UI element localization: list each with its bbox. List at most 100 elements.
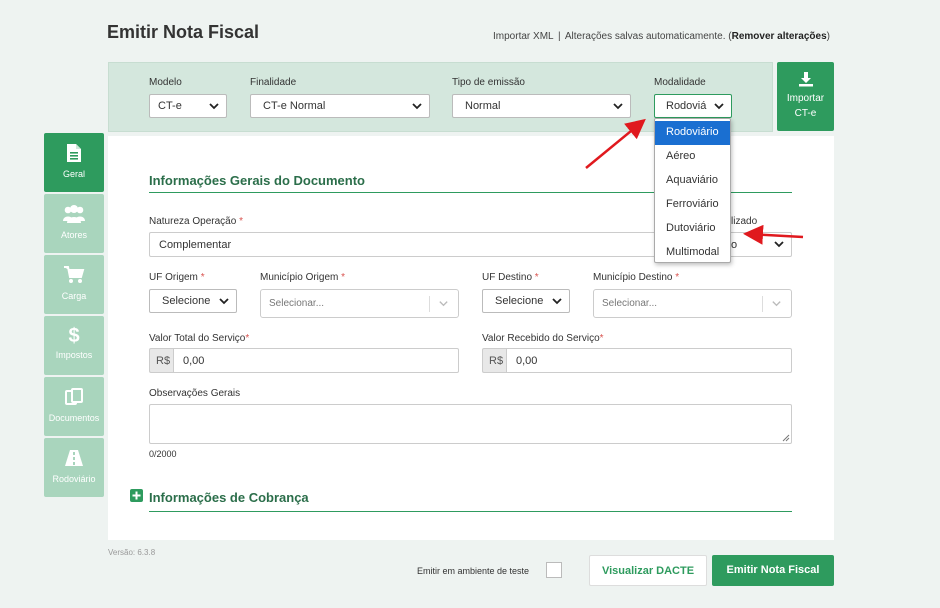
valor-recebido-label-text: Valor Recebido do Serviço <box>482 333 600 344</box>
observacoes-textarea[interactable] <box>149 404 792 444</box>
version-text: Versão: 6.3.8 <box>108 548 156 557</box>
import-xml-link[interactable]: Importar XML <box>493 31 553 42</box>
dropdown-option[interactable]: Dutoviário <box>655 217 730 241</box>
finalidade-label: Finalidade <box>250 77 297 88</box>
natureza-input[interactable]: Complementar <box>149 232 659 257</box>
natureza-label-text: Natureza Operação <box>149 216 237 227</box>
valor-total-label: Valor Total do Serviço* <box>149 333 249 344</box>
partial-field-label: lizado <box>731 216 758 227</box>
municipio-origem-label-text: Município Origem <box>260 272 339 283</box>
municipio-origem-placeholder: Selecionar... <box>269 298 325 309</box>
municipio-destino-label: Município Destino * <box>593 272 679 283</box>
dropdown-option[interactable]: Rodoviário <box>655 121 730 145</box>
chevron-down-icon <box>439 301 448 307</box>
sidebar-item-label: Geral <box>62 169 85 179</box>
modalidade-dropdown-list: Rodoviário Aéreo Aquaviário Ferroviário … <box>654 118 731 263</box>
link-separator: | <box>558 31 561 42</box>
header-links: Importar XML | Alterações salvas automat… <box>493 31 830 42</box>
required-mark: * <box>245 333 250 344</box>
valor-recebido-label: Valor Recebido do Serviço* <box>482 333 604 344</box>
tipo-emissao-value: Normal <box>465 100 501 112</box>
road-icon <box>65 450 83 466</box>
sidebar-item-documentos[interactable]: Documentos <box>44 377 104 436</box>
chevron-down-icon <box>412 103 422 110</box>
chevron-down-icon <box>613 103 623 110</box>
import-line2: CT-e <box>794 108 817 119</box>
valor-total-value: 0,00 <box>183 355 205 367</box>
uf-origem-value: Selecione <box>162 295 211 307</box>
sidebar: Geral Atores Carga $ Impostos Documentos… <box>44 133 104 499</box>
sidebar-item-carga[interactable]: Carga <box>44 255 104 314</box>
emitir-nota-button[interactable]: Emitir Nota Fiscal <box>712 555 834 586</box>
documents-icon <box>65 388 83 405</box>
chevron-down-icon <box>219 298 229 305</box>
finalidade-select[interactable]: CT-e Normal <box>250 94 430 118</box>
uf-destino-label-text: UF Destino <box>482 272 533 283</box>
dollar-icon: $ <box>68 325 80 347</box>
natureza-label: Natureza Operação * <box>149 216 243 227</box>
uf-destino-value: Selecione <box>495 295 544 307</box>
test-env-label: Emitir em ambiente de teste <box>417 566 530 576</box>
modelo-select[interactable]: CT-e <box>149 94 227 118</box>
uf-origem-label-text: UF Origem <box>149 272 198 283</box>
required-mark: * <box>534 272 539 283</box>
sidebar-item-label: Carga <box>61 291 87 301</box>
tipo-emissao-select[interactable]: Normal <box>452 94 631 118</box>
dropdown-option[interactable]: Multimodal <box>655 241 730 265</box>
sidebar-item-label: Impostos <box>55 350 93 360</box>
uf-destino-label: UF Destino * <box>482 272 539 283</box>
users-icon <box>63 205 85 223</box>
chevron-down-icon <box>209 103 219 110</box>
combo-divider <box>429 296 430 312</box>
visualizar-dacte-button[interactable]: Visualizar DACTE <box>589 555 707 586</box>
section-title-geral: Informações Gerais do Documento <box>149 173 365 188</box>
finalidade-value: CT-e Normal <box>263 100 326 112</box>
import-cte-button[interactable]: Importar CT-e <box>777 62 834 131</box>
section-title-cobranca[interactable]: Informações de Cobrança <box>149 490 309 505</box>
download-icon <box>798 72 813 87</box>
uf-destino-select[interactable]: Selecione <box>482 289 570 313</box>
required-mark: * <box>675 272 680 283</box>
close-paren: ) <box>826 31 830 42</box>
valor-recebido-input[interactable]: 0,00 <box>506 348 792 373</box>
sidebar-item-label: Documentos <box>48 413 100 423</box>
sidebar-item-atores[interactable]: Atores <box>44 194 104 253</box>
expand-plus-icon[interactable] <box>130 489 143 502</box>
sidebar-item-impostos[interactable]: $ Impostos <box>44 316 104 375</box>
tipo-emissao-label: Tipo de emissão <box>452 77 525 88</box>
chevron-down-icon <box>772 301 781 307</box>
chevron-down-icon <box>774 241 784 248</box>
required-mark: * <box>341 272 346 283</box>
municipio-destino-placeholder: Selecionar... <box>602 298 658 309</box>
required-mark: * <box>239 216 243 227</box>
uf-origem-select[interactable]: Selecione <box>149 289 237 313</box>
municipio-destino-label-text: Município Destino <box>593 272 673 283</box>
chevron-down-icon <box>552 298 562 305</box>
test-env-checkbox[interactable] <box>546 562 562 578</box>
modelo-value: CT-e <box>158 100 182 112</box>
resize-handle-icon[interactable] <box>782 434 790 442</box>
remove-changes-link[interactable]: Remover alterações <box>732 31 827 42</box>
currency-prefix: R$ <box>482 348 506 373</box>
modelo-label: Modelo <box>149 77 182 88</box>
modalidade-label: Modalidade <box>654 77 706 88</box>
dropdown-option[interactable]: Ferroviário <box>655 193 730 217</box>
modalidade-select[interactable]: Rodoviá <box>654 94 732 118</box>
municipio-destino-combobox[interactable]: Selecionar... <box>593 289 792 318</box>
municipio-origem-combobox[interactable]: Selecionar... <box>260 289 459 318</box>
document-icon <box>67 144 81 162</box>
observacoes-label: Observações Gerais <box>149 388 241 399</box>
natureza-value: Complementar <box>159 239 232 251</box>
page-title: Emitir Nota Fiscal <box>107 22 260 42</box>
sidebar-item-geral[interactable]: Geral <box>44 133 104 192</box>
cart-icon <box>64 266 85 283</box>
section-divider <box>149 511 792 512</box>
dropdown-option[interactable]: Aquaviário <box>655 169 730 193</box>
valor-total-input[interactable]: 0,00 <box>173 348 459 373</box>
dropdown-option[interactable]: Aéreo <box>655 145 730 169</box>
sidebar-item-rodoviario[interactable]: Rodoviário <box>44 438 104 497</box>
char-counter: 0/2000 <box>149 449 177 459</box>
sidebar-item-label: Atores <box>60 230 87 240</box>
sidebar-item-label: Rodoviário <box>52 474 96 484</box>
import-line1: Importar <box>786 93 825 104</box>
